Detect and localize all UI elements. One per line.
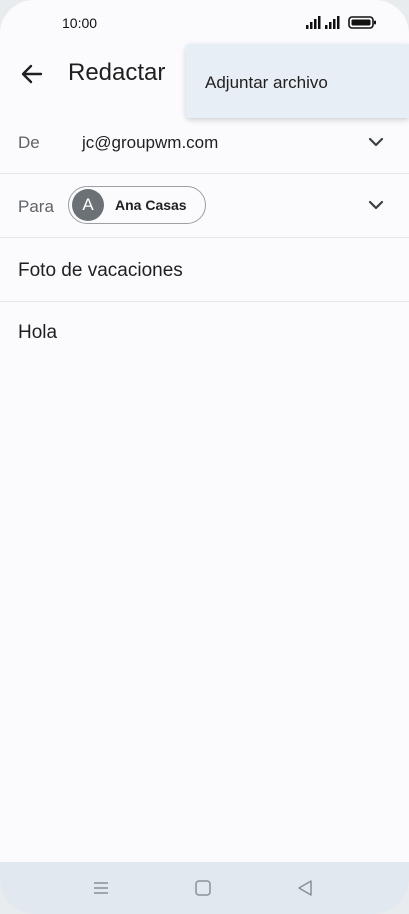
recipient-chip[interactable]: A Ana Casas bbox=[68, 186, 206, 224]
from-row: De jc@groupwm.com bbox=[0, 110, 409, 174]
subject-row: Foto de vacaciones bbox=[0, 238, 409, 302]
signal-icon bbox=[325, 16, 340, 29]
to-label: Para bbox=[18, 197, 54, 216]
from-field[interactable]: jc@groupwm.com bbox=[82, 133, 218, 153]
battery-icon bbox=[348, 16, 376, 29]
menu-item-label: Adjuntar archivo bbox=[205, 73, 328, 92]
avatar: A bbox=[72, 189, 104, 221]
overflow-menu: Adjuntar archivo bbox=[186, 44, 409, 118]
subject-field[interactable]: Foto de vacaciones bbox=[18, 260, 183, 282]
to-row: Para A Ana Casas bbox=[0, 174, 409, 238]
recipient-name: Ana Casas bbox=[115, 197, 187, 213]
body-field[interactable]: Hola bbox=[18, 322, 57, 344]
status-icons bbox=[306, 16, 376, 29]
back-triangle-icon[interactable] bbox=[293, 876, 317, 900]
status-time: 10:00 bbox=[62, 15, 98, 31]
status-bar: 10:00 bbox=[0, 0, 409, 46]
phone-screen: 10:00 Redactar De jc@groupwm.com Para A … bbox=[0, 0, 409, 914]
menu-item-attach-file[interactable]: Adjuntar archivo bbox=[186, 44, 409, 118]
menu-icon[interactable] bbox=[89, 876, 113, 900]
page-title: Redactar bbox=[68, 59, 166, 86]
back-button[interactable] bbox=[14, 56, 50, 92]
signal-icon bbox=[306, 16, 321, 29]
navigation-bar bbox=[0, 862, 409, 914]
chevron-down-icon[interactable] bbox=[367, 133, 385, 151]
arrow-left-icon bbox=[21, 64, 43, 84]
chevron-down-icon[interactable] bbox=[367, 196, 385, 214]
home-icon[interactable] bbox=[191, 876, 215, 900]
from-label: De bbox=[18, 133, 40, 152]
